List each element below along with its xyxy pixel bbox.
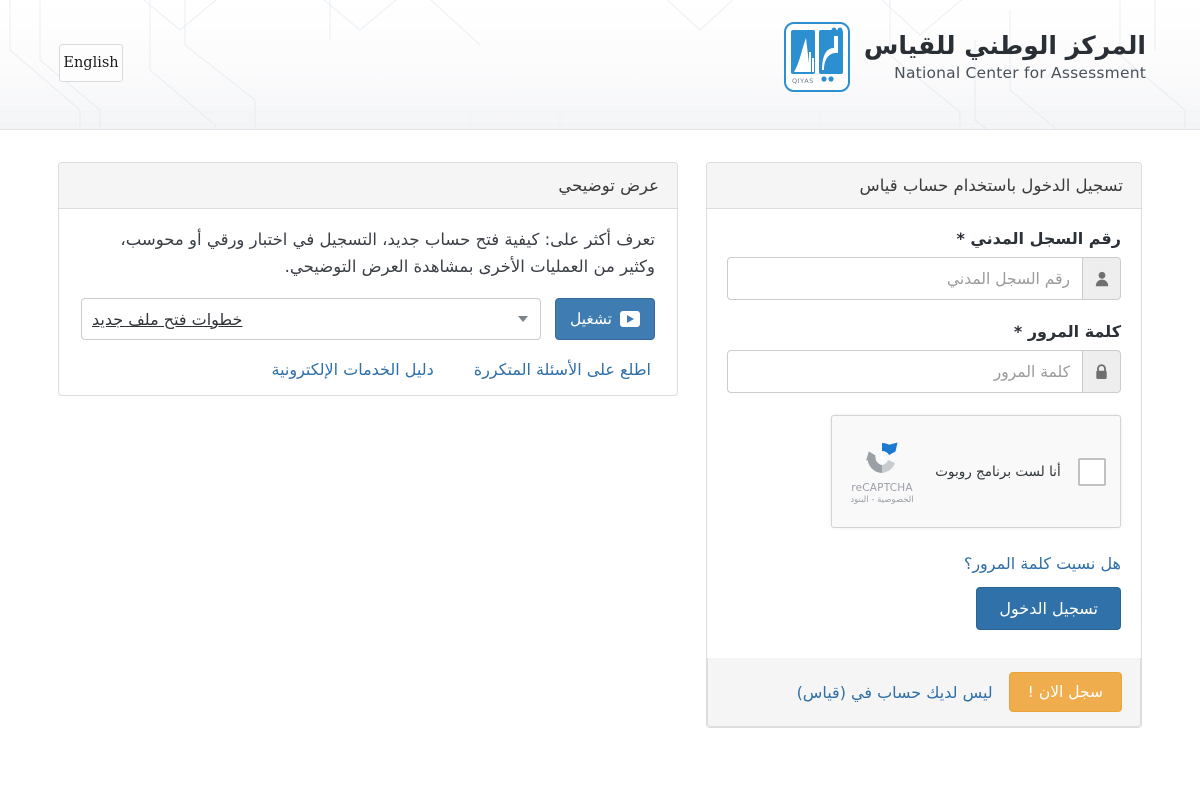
recaptcha-checkbox[interactable] [1078, 457, 1106, 486]
lock-icon [1083, 350, 1121, 393]
demo-topic-selected-value: خطوات فتح ملف جديد [92, 309, 243, 329]
brand-text: المركز الوطني للقياس National Center for… [863, 30, 1146, 83]
play-icon [620, 311, 640, 328]
password-input[interactable] [727, 350, 1083, 393]
play-demo-label: تشغيل [569, 310, 612, 328]
chevron-down-icon [517, 316, 528, 323]
site-header: English المركز الوطني للقياس National Ce… [0, 0, 1200, 130]
svg-text:QIYAS: QIYAS [792, 77, 814, 85]
user-icon [1083, 257, 1121, 300]
password-group [727, 350, 1121, 393]
civil-id-label: رقم السجل المدني * [956, 229, 1121, 248]
forgot-password-row: هل نسيت كلمة المرور؟ [727, 554, 1121, 573]
login-submit-button[interactable]: تسجيل الدخول [976, 587, 1121, 630]
recaptcha-label: أنا لست برنامج روبوت [935, 463, 1061, 480]
demo-topic-select[interactable]: خطوات فتح ملف جديد [81, 298, 541, 341]
login-panel: تسجيل الدخول باستخدام حساب قياس رقم السج… [706, 162, 1142, 728]
register-now-button[interactable]: سجل الان ! [1008, 672, 1122, 712]
recaptcha-terms[interactable]: الخصوصية - البنود [846, 495, 918, 505]
demo-panel-body: تعرف أكثر على: كيفية فتح حساب جديد، التس… [59, 209, 677, 395]
recaptcha-branding: reCAPTCHA الخصوصية - البنود [846, 438, 918, 505]
no-account-text: ليس لديك حساب في (قياس) [796, 682, 993, 702]
civil-id-input[interactable] [727, 257, 1083, 300]
login-panel-title: تسجيل الدخول باستخدام حساب قياس [707, 163, 1141, 209]
recaptcha-widget[interactable]: أنا لست برنامج روبوت reCAPTCHA الخصوصية … [831, 415, 1121, 528]
civil-id-group [727, 257, 1121, 300]
eservices-guide-link[interactable]: دليل الخدمات الإلكترونية [272, 360, 434, 379]
language-toggle-button[interactable]: English [59, 44, 123, 82]
recaptcha-brand-name: reCAPTCHA [851, 482, 913, 494]
faq-link[interactable]: اطلع على الأسئلة المتكررة [474, 360, 651, 379]
register-footer: سجل الان ! ليس لديك حساب في (قياس) [707, 658, 1141, 727]
recaptcha-icon [866, 442, 898, 473]
brand-name-english: National Center for Assessment [894, 64, 1146, 83]
brand: المركز الوطني للقياس National Center for… [783, 22, 1146, 92]
login-form: رقم السجل المدني * كلمة المرور * [707, 209, 1141, 658]
page-content: عرض توضيحي تعرف أكثر على: كيفية فتح حساب… [0, 130, 1200, 800]
demo-panel: عرض توضيحي تعرف أكثر على: كيفية فتح حساب… [58, 162, 678, 397]
qiyas-logo-icon: QIYAS [783, 22, 850, 92]
submit-row: تسجيل الدخول [727, 587, 1121, 630]
demo-description: تعرف أكثر على: كيفية فتح حساب جديد، التس… [120, 230, 655, 276]
demo-controls: تشغيل خطوات فتح ملف جديد [81, 298, 655, 341]
password-label: كلمة المرور * [1013, 322, 1121, 341]
play-demo-button[interactable]: تشغيل [554, 298, 655, 341]
brand-name-arabic: المركز الوطني للقياس [863, 30, 1146, 60]
demo-panel-title: عرض توضيحي [59, 163, 677, 209]
demo-links: اطلع على الأسئلة المتكررة دليل الخدمات ا… [81, 360, 655, 379]
forgot-password-link[interactable]: هل نسيت كلمة المرور؟ [964, 554, 1121, 573]
